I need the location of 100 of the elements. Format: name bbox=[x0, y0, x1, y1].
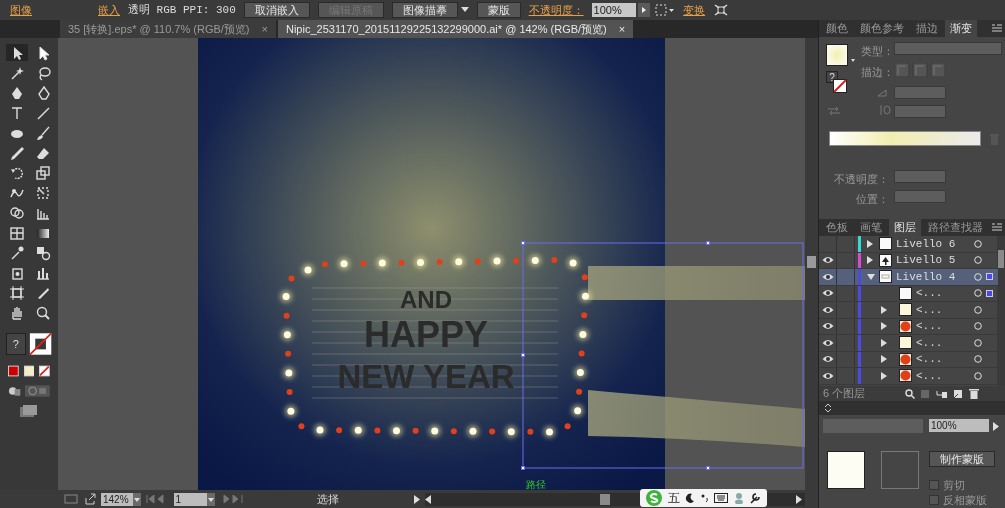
close-button[interactable]: × bbox=[261, 20, 268, 38]
artboard-nav-icon[interactable] bbox=[64, 494, 78, 504]
control-button[interactable]: 图像描摹 bbox=[391, 2, 458, 18]
sublayer-row[interactable]: <... bbox=[819, 318, 998, 335]
keyboard-icon[interactable] bbox=[714, 492, 728, 503]
arrow-button-icon[interactable] bbox=[638, 3, 651, 17]
opacity-field[interactable]: 100% bbox=[591, 3, 636, 17]
brush-icon[interactable] bbox=[35, 124, 51, 141]
stroke-swatch-icon[interactable] bbox=[28, 331, 52, 357]
zoom-icon[interactable] bbox=[35, 304, 51, 321]
type-icon[interactable] bbox=[9, 104, 25, 121]
make-mask-button[interactable]: 制作蒙版 bbox=[929, 451, 995, 467]
document-tab[interactable]: 35 [转换].eps* @ 110.7% (RGB/预览) × bbox=[60, 20, 276, 38]
clipping-mask-icon[interactable] bbox=[920, 388, 931, 399]
panel-tab[interactable]: 渐变 bbox=[945, 20, 977, 37]
visibility-eye-icon[interactable] bbox=[821, 371, 834, 380]
zoom-field[interactable]: 142% bbox=[101, 492, 133, 506]
caret-icon[interactable] bbox=[851, 59, 855, 62]
gradient-swatch-icon[interactable] bbox=[826, 44, 848, 66]
sublayer-row[interactable]: <... bbox=[819, 335, 998, 352]
visibility-eye-icon[interactable] bbox=[821, 355, 834, 364]
scroll-left-icon[interactable] bbox=[425, 494, 431, 504]
shape-builder-icon[interactable] bbox=[9, 204, 25, 221]
ime-logo-icon[interactable] bbox=[646, 489, 662, 506]
visibility-eye-icon[interactable] bbox=[821, 322, 834, 331]
control-link[interactable]: 图像 bbox=[10, 1, 32, 19]
scrollbar-thumb[interactable] bbox=[600, 493, 610, 505]
scroll-right-icon[interactable] bbox=[796, 494, 802, 504]
draw-mode-icon[interactable] bbox=[8, 385, 22, 397]
panel-tab[interactable]: 画笔 bbox=[855, 219, 887, 236]
artboard-icon[interactable] bbox=[9, 284, 25, 301]
status-menu-arrow-icon[interactable] bbox=[413, 494, 420, 504]
scrollbar[interactable] bbox=[805, 38, 818, 490]
layer-row[interactable]: Livello 4 bbox=[819, 269, 998, 286]
search-icon[interactable] bbox=[904, 388, 915, 399]
horizontal-scrollbar[interactable]: 五 bbox=[425, 492, 805, 506]
panel-tab[interactable]: 颜色参考 bbox=[855, 20, 909, 37]
scale-icon[interactable] bbox=[35, 164, 51, 181]
checkbox[interactable] bbox=[929, 480, 939, 490]
punctuation-icon[interactable] bbox=[700, 492, 709, 503]
layer-row[interactable]: Livello 6 bbox=[819, 236, 998, 253]
control-link[interactable]: 不透明度： bbox=[528, 1, 584, 19]
scrollbar[interactable] bbox=[997, 236, 1005, 386]
checkbox[interactable] bbox=[929, 495, 939, 505]
collapse-arrow-icon[interactable] bbox=[867, 273, 875, 280]
close-button[interactable]: × bbox=[618, 20, 626, 38]
visibility-eye-icon[interactable] bbox=[821, 256, 834, 265]
screen-mode-icon[interactable] bbox=[18, 405, 38, 419]
caret-icon[interactable] bbox=[460, 7, 469, 13]
panel-tab[interactable]: 色板 bbox=[821, 219, 853, 236]
control-link[interactable]: 嵌入 bbox=[98, 1, 120, 19]
hand-icon[interactable] bbox=[9, 304, 25, 321]
color-mode-icon[interactable] bbox=[8, 365, 19, 377]
scrollbar-thumb[interactable] bbox=[807, 256, 816, 268]
mesh-icon[interactable] bbox=[9, 224, 25, 241]
eyedropper-icon[interactable] bbox=[9, 244, 25, 261]
visibility-eye-icon[interactable] bbox=[821, 338, 834, 347]
visibility-eye-icon[interactable] bbox=[821, 289, 834, 298]
stroke-none-icon[interactable] bbox=[833, 79, 847, 93]
blend-icon[interactable] bbox=[35, 244, 51, 261]
document-tab[interactable]: Nipic_2531170_20151129225132299000.ai* @ 142% (RGB/预览) × bbox=[277, 20, 634, 38]
visibility-eye-icon[interactable] bbox=[821, 305, 834, 314]
wrench-icon[interactable] bbox=[749, 491, 761, 504]
expand-arrow-icon[interactable] bbox=[881, 371, 887, 380]
collapse-icon[interactable] bbox=[825, 404, 831, 412]
scrollbar-thumb[interactable] bbox=[998, 250, 1004, 268]
arrow-button-icon[interactable] bbox=[993, 422, 999, 431]
sublayer-row[interactable]: <... bbox=[819, 302, 998, 319]
next-last-icon[interactable] bbox=[220, 494, 243, 504]
dropdown-caret-icon[interactable] bbox=[207, 492, 215, 506]
expand-arrow-icon[interactable] bbox=[881, 355, 887, 364]
share-icon[interactable] bbox=[83, 493, 96, 505]
page-field[interactable]: 1 bbox=[173, 492, 208, 506]
none-mode-icon[interactable] bbox=[39, 365, 50, 377]
sublayer-row[interactable]: <... bbox=[819, 351, 998, 368]
fill-swatch[interactable]: ? bbox=[6, 333, 26, 355]
panel-menu-icon[interactable] bbox=[992, 223, 1002, 231]
opacity-field[interactable]: 100% bbox=[929, 419, 989, 432]
sublayer-row[interactable]: <... bbox=[819, 285, 998, 302]
panel-tab[interactable]: 描边 bbox=[911, 20, 943, 37]
control-link[interactable]: 变换 bbox=[683, 1, 706, 19]
sublayer-row[interactable]: <... bbox=[819, 368, 998, 385]
panel-tab[interactable]: 路径查找器 bbox=[923, 219, 988, 236]
visibility-eye-icon[interactable] bbox=[821, 272, 834, 281]
dropdown-caret-icon[interactable] bbox=[132, 492, 141, 506]
pencil-icon[interactable] bbox=[9, 144, 25, 161]
expand-arrow-icon[interactable] bbox=[867, 256, 873, 265]
expand-arrow-icon[interactable] bbox=[867, 239, 873, 248]
expand-arrow-icon[interactable] bbox=[881, 338, 887, 347]
new-layer-icon[interactable] bbox=[953, 388, 964, 399]
curvature-pen-icon[interactable] bbox=[35, 84, 51, 101]
align-icon[interactable] bbox=[653, 3, 676, 17]
delete-icon[interactable] bbox=[968, 388, 979, 399]
gradient-mode-icon[interactable] bbox=[23, 365, 35, 377]
panel-menu-icon[interactable] bbox=[992, 24, 1002, 32]
expand-arrow-icon[interactable] bbox=[881, 305, 887, 314]
panel-tab[interactable]: 颜色 bbox=[821, 20, 853, 37]
free-transform-icon[interactable] bbox=[35, 184, 51, 201]
control-button[interactable]: 取消嵌入 bbox=[243, 2, 310, 18]
panel-tab[interactable]: 图层 bbox=[889, 219, 921, 236]
